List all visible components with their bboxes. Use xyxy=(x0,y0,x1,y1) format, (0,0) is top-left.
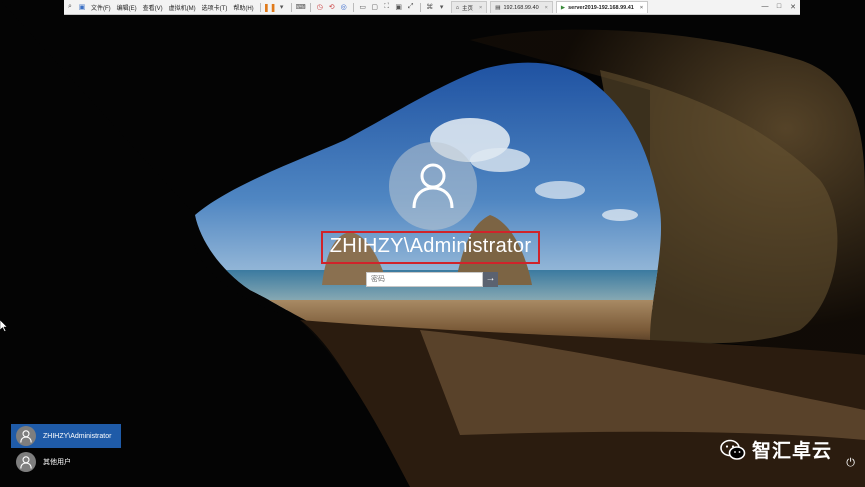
user-list-item-administrator[interactable]: ZHIHZY\Administrator xyxy=(11,424,121,448)
dropdown-icon[interactable]: ▾ xyxy=(277,2,287,12)
dropdown-icon[interactable]: ▾ xyxy=(437,2,447,12)
unity-icon[interactable]: ▣ xyxy=(394,2,404,12)
toolbar-divider xyxy=(309,2,311,12)
tab-server2019[interactable]: ▶ server2019-192.168.99.41 × xyxy=(555,1,649,13)
pin-icon[interactable]: ⌕ xyxy=(65,2,75,12)
user-icon xyxy=(16,426,36,446)
wechat-icon xyxy=(720,439,746,460)
user-list-item-other[interactable]: 其他用户 xyxy=(11,450,121,474)
fullscreen-icon[interactable]: ⛶ xyxy=(382,2,392,12)
toolbar-divider xyxy=(352,2,354,12)
user-list-label: ZHIHZY\Administrator xyxy=(43,432,112,440)
revert-snapshot-icon[interactable]: ⟲ xyxy=(327,2,337,12)
snapshot-icon[interactable]: ◷ xyxy=(315,2,325,12)
username-highlight xyxy=(321,231,540,264)
tab-label: server2019-192.168.99.41 xyxy=(568,4,634,11)
thumbnail-icon[interactable]: ▢ xyxy=(370,2,380,12)
tab-home[interactable]: ⌂ 主页 × xyxy=(450,1,488,13)
user-icon xyxy=(16,452,36,472)
window-controls: — □ ✕ xyxy=(758,3,800,11)
close-icon[interactable]: × xyxy=(545,5,548,11)
vmware-toolbar: ⌕ ▣ 文件(F) 编辑(E) 查看(V) 虚拟机(M) 选项卡(T) 帮助(H… xyxy=(64,0,800,15)
stretch-icon[interactable]: ⤢ xyxy=(406,2,416,12)
close-icon[interactable]: × xyxy=(640,5,643,11)
home-icon: ⌂ xyxy=(455,4,460,11)
user-icon xyxy=(412,163,454,209)
password-row: → xyxy=(366,272,498,287)
toolbar-divider xyxy=(419,2,421,12)
mouse-cursor-icon xyxy=(0,320,8,332)
watermark-text: 智汇卓云 xyxy=(752,441,833,462)
watermark: 智汇卓云 xyxy=(720,436,832,463)
user-avatar xyxy=(389,142,477,230)
send-keys-icon[interactable]: ⌨ xyxy=(296,2,306,12)
submit-button[interactable]: → xyxy=(483,272,498,287)
snapshot-manager-icon[interactable]: ◎ xyxy=(339,2,349,12)
vm-icon: ▤ xyxy=(495,4,501,11)
tab-label: 主页 xyxy=(462,5,474,12)
console-view-icon[interactable]: ▭ xyxy=(358,2,368,12)
app-icon[interactable]: ▣ xyxy=(77,2,87,12)
tab-label: 192.168.99.40 xyxy=(503,4,539,11)
menu-vm[interactable]: 虚拟机(M) xyxy=(166,3,199,12)
toolbar-divider xyxy=(290,2,292,12)
vm-icon: ▶ xyxy=(560,4,566,11)
close-button[interactable]: ✕ xyxy=(786,3,800,11)
close-icon[interactable]: × xyxy=(479,5,482,11)
accessibility-icon[interactable]: ⏻ xyxy=(846,457,855,470)
menu-view[interactable]: 查看(V) xyxy=(140,3,166,12)
menu-tabs[interactable]: 选项卡(T) xyxy=(199,3,231,12)
maximize-button[interactable]: □ xyxy=(772,3,786,11)
user-list-label: 其他用户 xyxy=(43,459,71,466)
menu-help[interactable]: 帮助(H) xyxy=(230,3,256,12)
system-tray: ⏻ xyxy=(846,457,855,470)
menu-file[interactable]: 文件(F) xyxy=(88,3,114,12)
tab-vm-40[interactable]: ▤ 192.168.99.40 × xyxy=(490,1,553,13)
menu-edit[interactable]: 编辑(E) xyxy=(114,3,140,12)
pause-icon[interactable]: ❚❚ xyxy=(263,2,276,12)
toolbar-divider xyxy=(259,2,261,12)
password-input[interactable] xyxy=(366,272,483,287)
minimize-button[interactable]: — xyxy=(758,3,772,11)
terminal-icon[interactable]: ⌘ xyxy=(425,2,435,12)
